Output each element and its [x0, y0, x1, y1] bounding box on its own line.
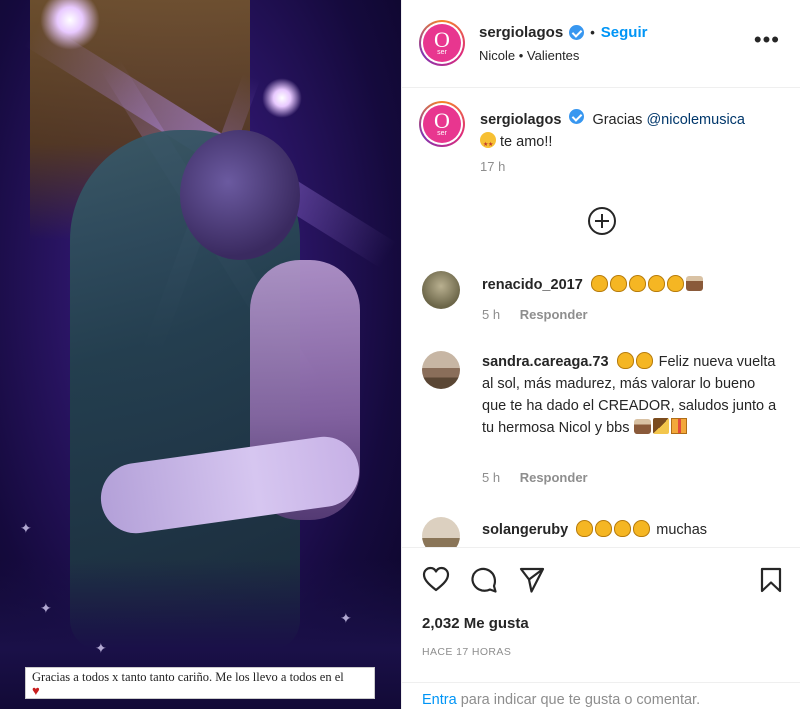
- username-link[interactable]: sergiolagos: [479, 24, 563, 41]
- mention-link[interactable]: @nicolemusica: [646, 112, 745, 128]
- logo-letter: O: [434, 27, 450, 52]
- comment-timestamp: 5 h: [482, 470, 501, 485]
- verified-icon: [569, 25, 585, 40]
- gift-emoji-icon: [670, 418, 687, 434]
- comment-body: muchas: [656, 522, 708, 538]
- stage-light: [262, 78, 302, 118]
- comment-text: solangeruby muchas: [482, 519, 777, 541]
- comment-username[interactable]: sandra.careaga.73: [482, 354, 609, 370]
- party-popper-emoji-icon: [652, 418, 669, 434]
- floor-star: ✦: [95, 640, 107, 656]
- post-actions: 2,032 Me gusta HACE 17 HORAS Entra para …: [402, 547, 800, 709]
- login-link[interactable]: Entra: [422, 692, 457, 708]
- login-prompt-text: para indicar que te gusta o comentar.: [456, 692, 701, 708]
- star-eyes-emoji-icon: [480, 132, 496, 156]
- comment-text: sandra.careaga.73 Feliz nueva vuelta al …: [482, 351, 777, 439]
- floor-star: ✦: [20, 520, 32, 536]
- clapping-hands-emoji-icon: [666, 275, 684, 292]
- clapping-hands-emoji-icon: [628, 275, 646, 292]
- heart-icon: ♥: [32, 683, 40, 698]
- logo-letter: O: [434, 108, 450, 133]
- comment-text: renacido_2017: [482, 274, 777, 296]
- header-user-row: sergiolagos • Seguir: [479, 24, 647, 41]
- login-prompt: Entra para indicar que te gusta o coment…: [402, 682, 800, 709]
- clapping-hands-emoji-icon: [614, 520, 632, 537]
- bookmark-icon[interactable]: [759, 566, 783, 594]
- avatar[interactable]: [422, 351, 460, 389]
- more-options-icon[interactable]: •••: [754, 29, 780, 51]
- post-header: O ser sergiolagos • Seguir Nicole • Vali…: [402, 0, 800, 88]
- cake-emoji-icon: [685, 276, 703, 291]
- likes-count[interactable]: 2,032 Me gusta: [422, 615, 529, 632]
- clapping-hands-emoji-icon: [633, 520, 651, 537]
- avatar[interactable]: [422, 517, 460, 547]
- floor-star: ✦: [40, 600, 52, 616]
- post-side-panel: O ser sergiolagos • Seguir Nicole • Vali…: [401, 0, 800, 709]
- logo-sub: ser: [437, 49, 447, 56]
- comment-username[interactable]: renacido_2017: [482, 277, 583, 293]
- post-age: HACE 17 HORAS: [422, 646, 512, 658]
- comment-username[interactable]: solangeruby: [482, 522, 568, 538]
- post-media[interactable]: ✦ ✦ ✦ ✦ Gracias a todos x tanto tanto ca…: [0, 0, 401, 709]
- share-icon[interactable]: [518, 566, 546, 594]
- follow-button[interactable]: Seguir: [601, 24, 648, 41]
- clapping-hands-emoji-icon: [576, 520, 594, 537]
- brand-logo: O ser: [423, 24, 461, 62]
- verified-icon: [569, 109, 585, 124]
- brand-logo: O ser: [423, 105, 461, 143]
- reply-button[interactable]: Responder: [520, 470, 588, 485]
- comment-meta: 5 h Responder: [482, 307, 588, 322]
- heart-icon[interactable]: [422, 566, 450, 592]
- comment-icon[interactable]: [470, 566, 498, 594]
- avatar[interactable]: O ser: [419, 101, 465, 147]
- load-more-comments-icon[interactable]: [588, 207, 616, 235]
- clapping-hands-emoji-icon: [616, 352, 634, 369]
- cake-emoji-icon: [633, 419, 651, 434]
- clapping-hands-emoji-icon: [635, 352, 653, 369]
- avatar[interactable]: O ser: [419, 20, 465, 66]
- clapping-hands-emoji-icon: [647, 275, 665, 292]
- comment-meta: 5 h Responder: [482, 470, 588, 485]
- caption-timestamp: 17 h: [480, 159, 506, 174]
- audio-subtitle[interactable]: Nicole • Valientes: [479, 48, 579, 63]
- caption-username[interactable]: sergiolagos: [480, 112, 561, 128]
- logo-sub: ser: [437, 130, 447, 137]
- comments-list[interactable]: O ser sergiolagos Gracias @nicolemusica …: [402, 89, 800, 547]
- floor-star: ✦: [340, 610, 352, 626]
- clapping-hands-emoji-icon: [590, 275, 608, 292]
- avatar[interactable]: [422, 271, 460, 309]
- caption-text: sergiolagos Gracias @nicolemusica te amo…: [480, 109, 780, 156]
- media-caption-text: Gracias a todos x tanto tanto cariño. Me…: [32, 670, 344, 684]
- reply-button[interactable]: Responder: [520, 307, 588, 322]
- person-head: [180, 130, 300, 260]
- comment-timestamp: 5 h: [482, 307, 501, 322]
- clapping-hands-emoji-icon: [595, 520, 613, 537]
- caption-body-2: te amo!!: [500, 134, 553, 150]
- media-caption: Gracias a todos x tanto tanto cariño. Me…: [25, 667, 375, 699]
- separator-dot: •: [590, 25, 595, 40]
- caption-body: Gracias: [592, 112, 643, 128]
- clapping-hands-emoji-icon: [609, 275, 627, 292]
